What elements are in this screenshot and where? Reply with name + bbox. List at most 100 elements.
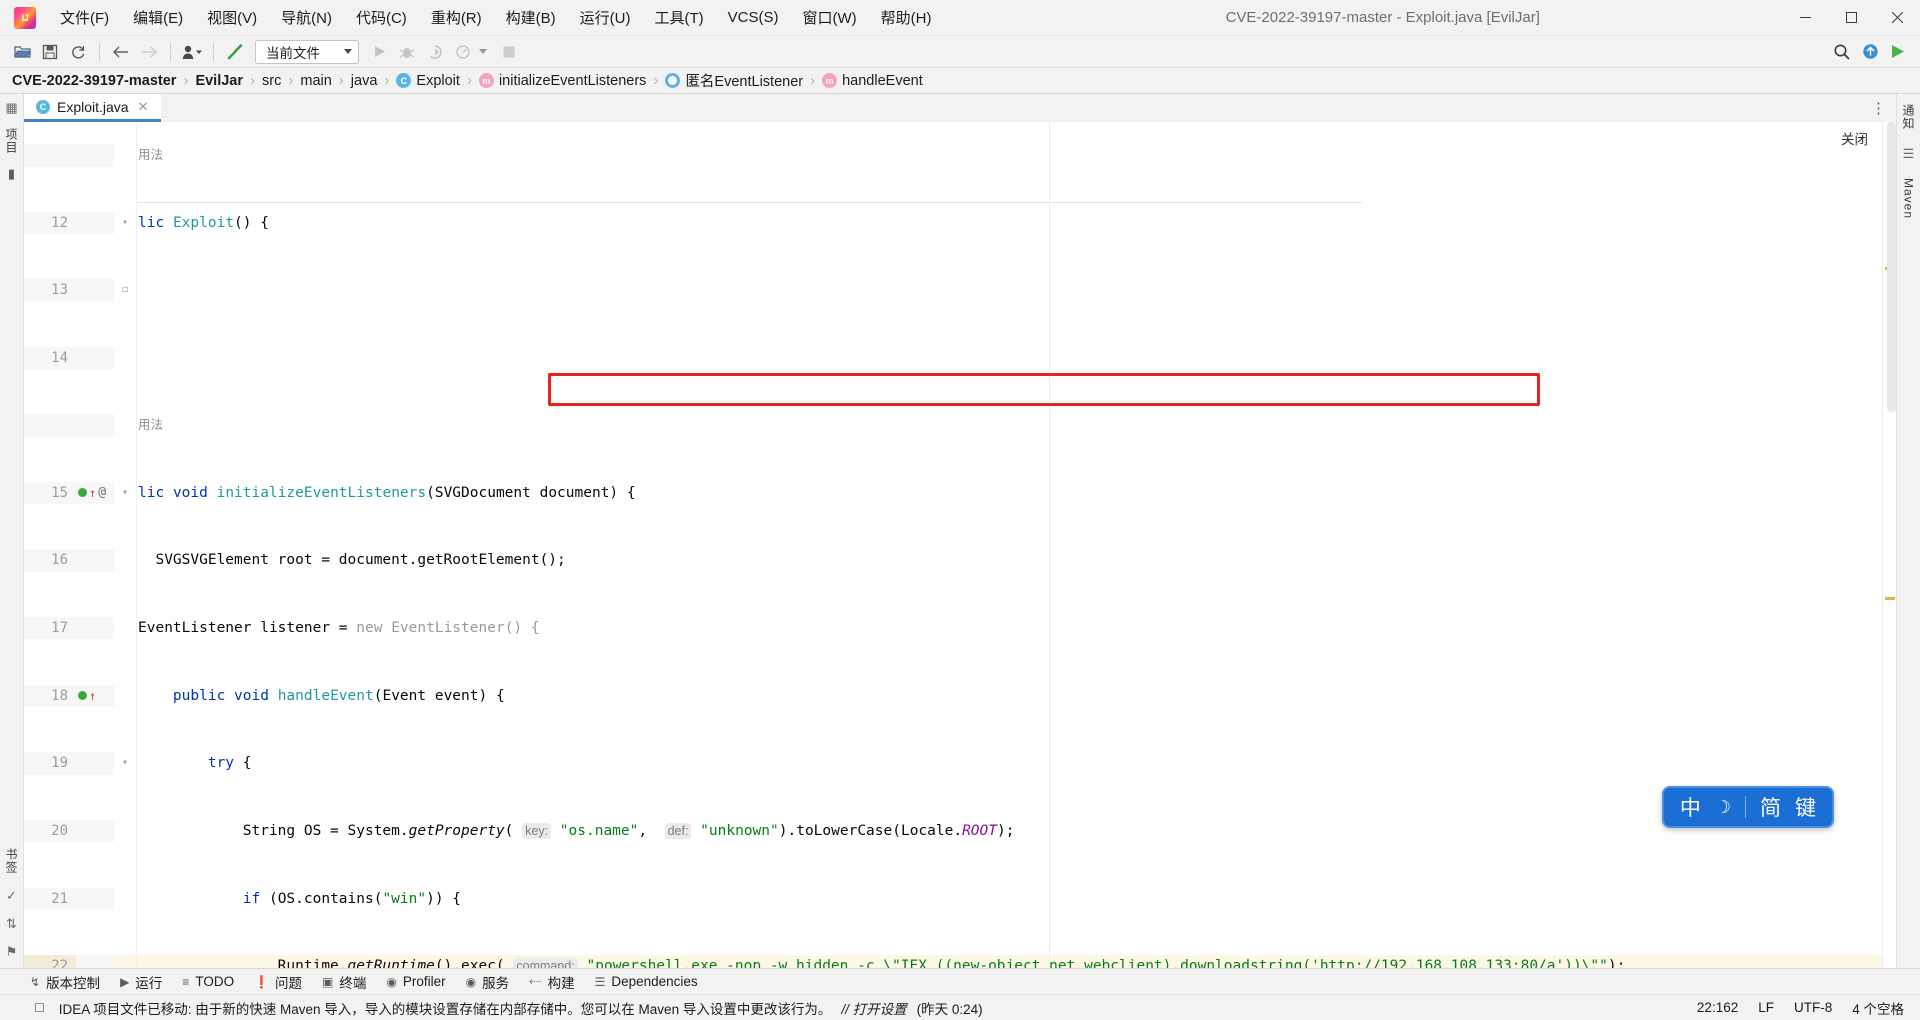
gutter-markers-18[interactable]: ↑ xyxy=(76,684,114,708)
editor-scrollbar-thumb[interactable] xyxy=(1887,122,1896,412)
menu-view[interactable]: 视图(V) xyxy=(195,0,269,35)
tool-window-dependencies[interactable]: ☰ Dependencies xyxy=(585,971,708,992)
ime-indicator[interactable]: 中 ☽ 简 键 xyxy=(1661,786,1834,828)
tool-window-run[interactable]: ▶ 运行 xyxy=(110,969,172,995)
menu-tools[interactable]: 工具(T) xyxy=(642,0,715,35)
menu-run[interactable]: 运行(U) xyxy=(568,0,643,35)
editor-tab-exploit-java[interactable]: C Exploit.java ✕ xyxy=(24,94,161,122)
sidebar-item-project[interactable]: 项目 xyxy=(3,126,20,156)
breadcrumb-item-project[interactable]: CVE-2022-39197-master xyxy=(12,73,176,89)
breadcrumb-separator: › xyxy=(250,72,256,89)
notification-bell-icon[interactable]: ☰ xyxy=(1903,146,1915,162)
fold-marker[interactable]: ▾ xyxy=(114,481,136,505)
tool-window-terminal[interactable]: ▣ 终端 xyxy=(312,969,376,995)
folder-icon[interactable]: ▮ xyxy=(8,166,15,182)
sidebar-item-maven[interactable]: Maven xyxy=(1902,176,1916,221)
editor-tab-options[interactable]: ⋮ xyxy=(1871,94,1896,122)
debug-button[interactable] xyxy=(393,39,421,65)
editor-marker-bar[interactable] xyxy=(1882,122,1896,968)
pull-requests-icon[interactable]: ⇅ xyxy=(6,916,17,932)
forward-arrow-icon[interactable] xyxy=(135,39,163,65)
right-margin-guide xyxy=(1049,122,1050,968)
menu-file[interactable]: 文件(F) xyxy=(48,0,121,35)
caret-position[interactable]: 22:162 xyxy=(1697,1000,1738,1015)
tool-window-services[interactable]: ◉ 服务 xyxy=(456,969,519,995)
menu-refactor[interactable]: 重构(R) xyxy=(419,0,494,35)
menu-run-label: 运行(U) xyxy=(579,10,631,27)
maximize-button[interactable] xyxy=(1828,0,1874,36)
hammer-icon[interactable] xyxy=(221,39,249,65)
idea-ultimate-icon[interactable] xyxy=(1884,39,1912,65)
indent-guide xyxy=(136,122,137,968)
tool-window-version-control[interactable]: ↯ 版本控制 xyxy=(20,969,110,995)
fold-marker[interactable]: ▾ xyxy=(114,211,136,235)
stop-button[interactable] xyxy=(495,39,523,65)
file-encoding[interactable]: UTF-8 xyxy=(1794,1000,1832,1015)
menu-vcs[interactable]: VCS(S) xyxy=(716,0,791,35)
fold-marker[interactable]: ◻ xyxy=(114,279,136,302)
run-button[interactable] xyxy=(365,39,393,65)
save-icon[interactable] xyxy=(36,39,64,65)
overriding-method-icon[interactable]: ↑ xyxy=(89,690,96,702)
tool-window-build[interactable]: ⤌ 构建 xyxy=(519,969,584,995)
breadcrumb-item-class[interactable]: C Exploit xyxy=(396,73,460,89)
tool-window-problems-label: 问题 xyxy=(275,975,303,991)
info-icon: ☐ xyxy=(34,1000,45,1015)
menu-build[interactable]: 构建(B) xyxy=(494,0,568,35)
menu-code[interactable]: 代码(C) xyxy=(344,0,419,35)
minimize-button[interactable] xyxy=(1782,0,1828,36)
tool-window-build-label: 构建 xyxy=(547,975,575,991)
implemented-method-icon[interactable] xyxy=(78,488,87,498)
open-folder-icon[interactable] xyxy=(8,39,36,65)
sidebar-item-notifications[interactable]: 通知 xyxy=(1900,102,1917,132)
code-text-21: if (OS.contains("win")) { xyxy=(242,890,462,907)
update-icon[interactable] xyxy=(1856,39,1884,65)
profiler-button[interactable] xyxy=(449,39,477,65)
toolbar-divider-2 xyxy=(170,42,171,61)
open-settings-link[interactable]: // 打开设置 xyxy=(841,998,906,1018)
fold-marker[interactable]: ▾ xyxy=(114,752,136,775)
menu-window[interactable]: 窗口(W) xyxy=(790,0,868,35)
gutter-markers-15[interactable]: ↑ @ xyxy=(76,481,114,505)
code-editor[interactable]: 用法 12 ▾ lic Exploit() { 13 ◻ 14 用法 15 ↑ @ ▾ lic… xyxy=(24,122,1882,968)
breadcrumb-item-anonymous-class[interactable]: 匿名EventListener xyxy=(665,70,803,91)
method-icon: m xyxy=(822,73,838,88)
menu-window-label: 窗口(W) xyxy=(802,10,857,27)
warning-marker[interactable] xyxy=(1885,597,1895,600)
user-dropdown-icon[interactable] xyxy=(178,39,206,65)
status-bar: ☐ IDEA 项目文件已移动: 由于新的快速 Maven 导入，导入的模块设置存… xyxy=(0,994,1920,1020)
tool-window-problems[interactable]: ❗ 问题 xyxy=(244,969,312,995)
breadcrumb-item-method-init[interactable]: m initializeEventListeners xyxy=(478,73,646,89)
breadcrumb-item-module[interactable]: EvilJar xyxy=(195,73,243,89)
menu-help-label: 帮助(H) xyxy=(880,10,932,27)
breadcrumb-item-method-handle[interactable]: m handleEvent xyxy=(822,73,923,89)
line-separator[interactable]: LF xyxy=(1758,1000,1774,1015)
menu-help[interactable]: 帮助(H) xyxy=(869,0,944,35)
close-icon[interactable]: ✕ xyxy=(136,99,151,115)
refresh-icon[interactable] xyxy=(64,39,92,65)
search-icon[interactable] xyxy=(1828,39,1856,65)
intellij-idea-logo-icon xyxy=(14,6,36,29)
back-arrow-icon[interactable] xyxy=(107,39,135,65)
close-panel-link[interactable]: 关闭 xyxy=(1841,128,1868,148)
implemented-method-icon[interactable] xyxy=(78,691,87,701)
breadcrumb-item-java[interactable]: java xyxy=(351,73,378,89)
indent-setting[interactable]: 4 个空格 xyxy=(1852,998,1904,1018)
breadcrumb-item-src[interactable]: src xyxy=(262,73,281,89)
sidebar-item-bookmarks[interactable]: 书签 xyxy=(3,846,20,876)
usage-label: 用法 xyxy=(138,148,164,163)
profiler-chevron-down-icon[interactable] xyxy=(479,49,487,54)
breadcrumb-item-main[interactable]: main xyxy=(300,73,331,89)
menu-edit[interactable]: 编辑(E) xyxy=(121,0,195,35)
run-with-coverage-button[interactable] xyxy=(421,39,449,65)
run-configuration-selector[interactable]: 当前文件 xyxy=(255,39,359,64)
line-number-blank xyxy=(24,414,76,437)
commit-icon[interactable]: ✓ xyxy=(6,888,17,904)
tool-window-todo[interactable]: ≡ TODO xyxy=(172,971,244,992)
menu-navigate[interactable]: 导航(N) xyxy=(269,0,344,35)
project-tool-icon[interactable]: ▦ xyxy=(5,100,17,116)
bookmark-flag-icon[interactable]: ⚑ xyxy=(6,944,18,960)
overriding-method-icon[interactable]: ↑ xyxy=(89,487,96,499)
close-button[interactable] xyxy=(1874,0,1920,36)
tool-window-profiler[interactable]: ◉ Profiler xyxy=(376,971,455,992)
